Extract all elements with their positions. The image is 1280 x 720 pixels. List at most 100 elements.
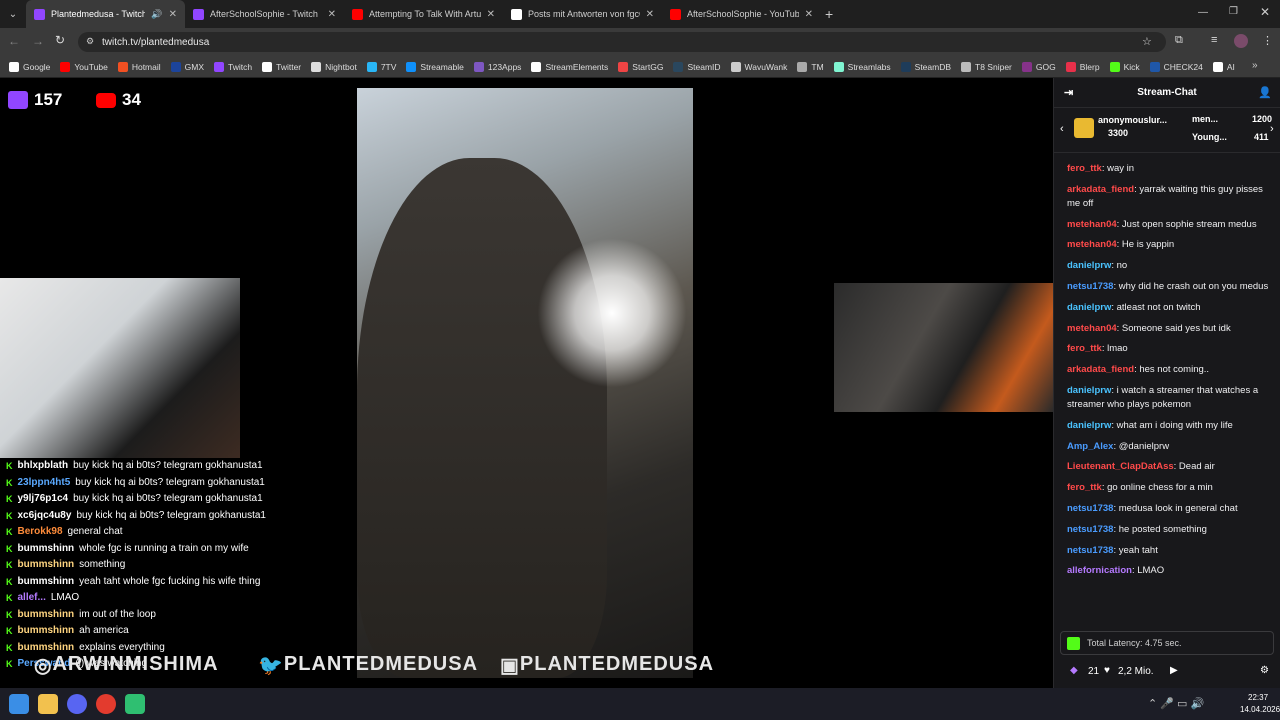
more-bookmarks-icon[interactable]: » <box>1252 60 1258 71</box>
chat-username[interactable]: netsu1738 <box>1067 545 1113 556</box>
media-icon[interactable]: ≡ <box>1211 34 1217 46</box>
chat-username[interactable]: netsu1738 <box>1067 524 1113 535</box>
tab-close-icon[interactable]: ✕ <box>487 9 495 20</box>
browser-tab[interactable]: Posts mit Antworten von fgcO5 ✕ <box>503 0 662 28</box>
browser-tab[interactable]: AfterSchoolSophie - YouTube ✕ <box>662 0 821 28</box>
channel-points-icon[interactable]: ◆ <box>1070 665 1078 676</box>
bookmark-item[interactable]: SteamID <box>668 61 725 72</box>
profile-avatar[interactable] <box>1234 34 1248 48</box>
restore-button[interactable]: ❐ <box>1229 6 1238 17</box>
menu-icon[interactable]: ⋮ <box>1262 34 1273 47</box>
address-bar[interactable]: ⚙ twitch.tv/plantedmedusa ☆ <box>78 32 1166 52</box>
bookmark-label: Google <box>23 61 51 72</box>
stream-player[interactable]: 157 34 Kbhlxpblath buy kick hq ai b0ts? t… <box>0 78 1053 688</box>
reload-icon[interactable]: ↻ <box>55 33 65 47</box>
bookmark-label: Blerp <box>1079 61 1100 72</box>
chat-username[interactable]: metehan04 <box>1067 219 1117 230</box>
tab-close-icon[interactable]: ✕ <box>169 9 177 20</box>
site-info-icon[interactable]: ⚙ <box>86 36 94 47</box>
chat-username[interactable]: arkadata_fiend <box>1067 184 1134 195</box>
back-icon[interactable]: ← <box>8 34 20 48</box>
chat-username[interactable]: danielprw <box>1067 420 1111 431</box>
settings-icon[interactable]: ⚙ <box>1260 665 1269 676</box>
gifter-name-2: men... <box>1192 114 1219 124</box>
chat-username[interactable]: arkadata_fiend <box>1067 364 1134 375</box>
main-camera-feed <box>357 88 693 678</box>
bookmark-item[interactable]: T8 Sniper <box>956 61 1017 72</box>
bookmark-item[interactable]: Hotmail <box>113 61 166 72</box>
bookmark-item[interactable]: GOG <box>1017 61 1061 72</box>
tab-audio-icon[interactable]: 🔊 <box>151 9 162 20</box>
tab-close-icon[interactable]: ✕ <box>328 9 336 20</box>
chat-username[interactable]: netsu1738 <box>1067 503 1113 514</box>
overlay-chat-user: 23lppn4ht5 <box>17 476 71 488</box>
bookmark-item[interactable]: StreamElements <box>526 61 613 72</box>
bookmark-item[interactable]: Streamlabs <box>829 61 896 72</box>
new-tab-button[interactable]: + <box>825 6 833 22</box>
bookmark-item[interactable]: Twitter <box>257 61 306 72</box>
collapse-chat-icon[interactable]: ⇥ <box>1064 86 1073 99</box>
bookmark-star-icon[interactable]: ☆ <box>1142 35 1152 48</box>
chat-username[interactable]: metehan04 <box>1067 323 1117 334</box>
bookmark-item[interactable]: YouTube <box>55 61 112 72</box>
bookmark-item[interactable]: GMX <box>166 61 209 72</box>
chat-text: yeah taht <box>1118 544 1158 556</box>
start-icon[interactable] <box>9 694 29 714</box>
bookmark-item[interactable]: CHECK24 <box>1145 61 1208 72</box>
clock-date: 14.04.2026 <box>1240 705 1280 714</box>
explorer-icon[interactable] <box>38 694 58 714</box>
chat-username[interactable]: fero_ttk <box>1067 482 1102 493</box>
bookmark-item[interactable]: WavuWank <box>726 61 793 72</box>
chat-username[interactable]: danielprw <box>1067 385 1111 396</box>
chat-username[interactable]: Lieutenant_ClapDatAss <box>1067 461 1174 472</box>
bookmark-item[interactable]: TM <box>792 61 828 72</box>
chat-username[interactable]: danielprw <box>1067 260 1111 271</box>
bookmark-item[interactable]: 123Apps <box>469 61 527 72</box>
kick-badge-icon: K <box>6 593 13 603</box>
extensions-icon[interactable]: ⧉ <box>1175 34 1183 47</box>
bookmark-item[interactable]: Streamable <box>401 61 468 72</box>
kick-badge-icon: K <box>6 494 13 504</box>
webcam-feed-left <box>0 278 240 458</box>
tab-close-icon[interactable]: ✕ <box>646 9 654 20</box>
chat-username[interactable]: fero_ttk <box>1067 163 1102 174</box>
forward-icon[interactable]: → <box>32 34 44 48</box>
chat-message: netsu1738: why did he crash out on you m… <box>1067 280 1269 292</box>
tray-icons[interactable]: ⌃ 🎤 ▭ 🔊 <box>1148 697 1204 710</box>
browser-tab[interactable]: Plantedmedusa - Twitch 🔊 ✕ <box>26 0 185 28</box>
chat-username[interactable]: Amp_Alex <box>1067 441 1113 452</box>
bookmark-item[interactable]: SteamDB <box>896 61 956 72</box>
bookmark-label: 123Apps <box>487 61 522 72</box>
chat-username[interactable]: netsu1738 <box>1067 281 1113 292</box>
bookmark-favicon-icon <box>1065 61 1076 72</box>
tab-title: Attempting To Talk With Arturo <box>369 9 481 19</box>
bookmark-item[interactable]: Blerp <box>1061 61 1105 72</box>
browser-tab[interactable]: Attempting To Talk With Arturo ✕ <box>344 0 503 28</box>
play-icon[interactable]: ▶ <box>1170 665 1178 676</box>
chat-username[interactable]: danielprw <box>1067 302 1111 313</box>
followers-icon: ♥ <box>1104 665 1110 676</box>
close-window-button[interactable]: ✕ <box>1260 5 1270 19</box>
overlay-chat-line: Kbummshinn ah america <box>0 623 300 640</box>
bookmark-item[interactable]: Twitch <box>209 61 257 72</box>
chat-username[interactable]: metehan04 <box>1067 239 1117 250</box>
bookmark-item[interactable]: Nightbot <box>306 61 362 72</box>
chat-message: fero_ttk: way in <box>1067 163 1135 174</box>
chat-username[interactable]: allefornication <box>1067 565 1132 576</box>
bookmark-item[interactable]: 7TV <box>362 61 402 72</box>
bookmark-item[interactable]: Kick <box>1105 61 1145 72</box>
tab-close-icon[interactable]: ✕ <box>805 9 813 20</box>
bookmark-item[interactable]: AI <box>1208 61 1240 72</box>
minimize-button[interactable]: — <box>1198 7 1208 18</box>
chat-username[interactable]: fero_ttk <box>1067 343 1102 354</box>
leaderboard-prev-icon[interactable]: ‹ <box>1060 123 1064 135</box>
leaderboard-next-icon[interactable]: › <box>1270 123 1274 135</box>
bookmark-item[interactable]: Google <box>4 61 55 72</box>
chrome-icon[interactable] <box>96 694 116 714</box>
tab-search-icon[interactable]: ⌄ <box>0 9 26 20</box>
discord-icon[interactable] <box>67 694 87 714</box>
app-icon[interactable] <box>125 694 145 714</box>
bookmark-item[interactable]: StartGG <box>613 61 668 72</box>
chat-users-icon[interactable]: 👤 <box>1258 86 1272 99</box>
browser-tab[interactable]: AfterSchoolSophie - Twitch ✕ <box>185 0 344 28</box>
